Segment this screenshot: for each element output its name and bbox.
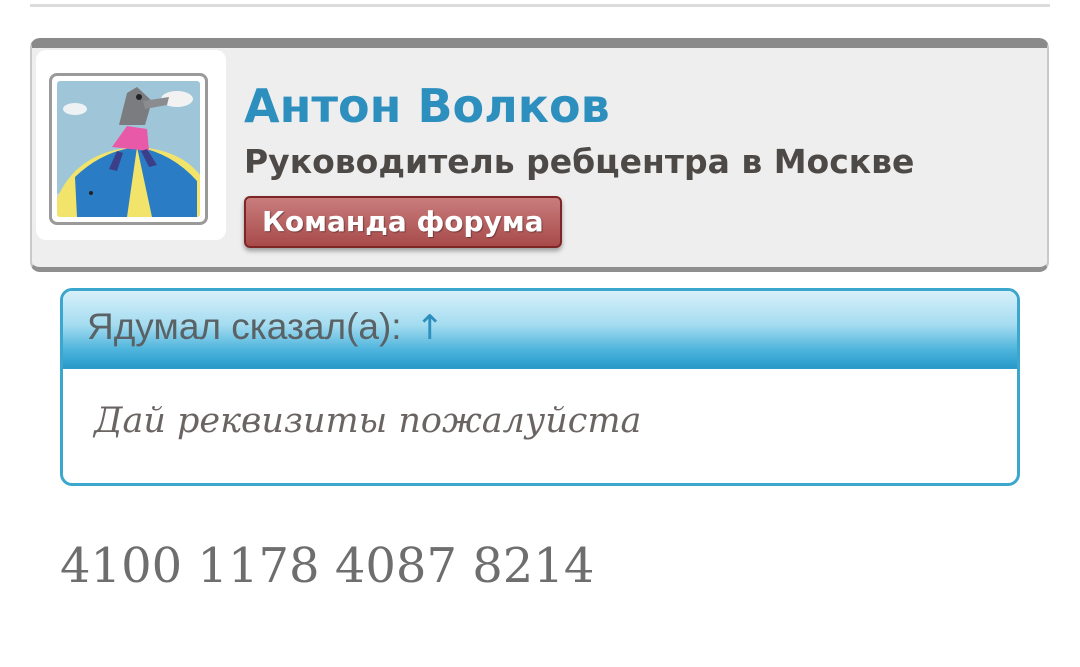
quote-text: Дай реквизиты пожалуйста [94, 401, 642, 441]
post-body-text: 4100 1178 4087 8214 [60, 538, 595, 594]
quote-block: Ядумал сказал(а): ↑ Дай реквизиты пожалуй… [60, 288, 1020, 486]
avatar-image [57, 81, 200, 217]
user-card: Антон Волков Руководитель ребцентра в Мо… [30, 38, 1049, 272]
avatar-container [36, 50, 226, 240]
author-title: Руководитель ребцентра в Москве [244, 142, 915, 181]
jump-to-quote-arrow-icon[interactable]: ↑ [416, 308, 445, 348]
team-badge: Команда форума [244, 196, 562, 248]
top-divider [30, 4, 1050, 7]
quote-header: Ядумал сказал(а): ↑ [63, 291, 1017, 369]
avatar[interactable] [49, 73, 208, 225]
quote-author-label: Ядумал сказал(а): [87, 306, 402, 347]
author-name[interactable]: Антон Волков [244, 78, 610, 134]
